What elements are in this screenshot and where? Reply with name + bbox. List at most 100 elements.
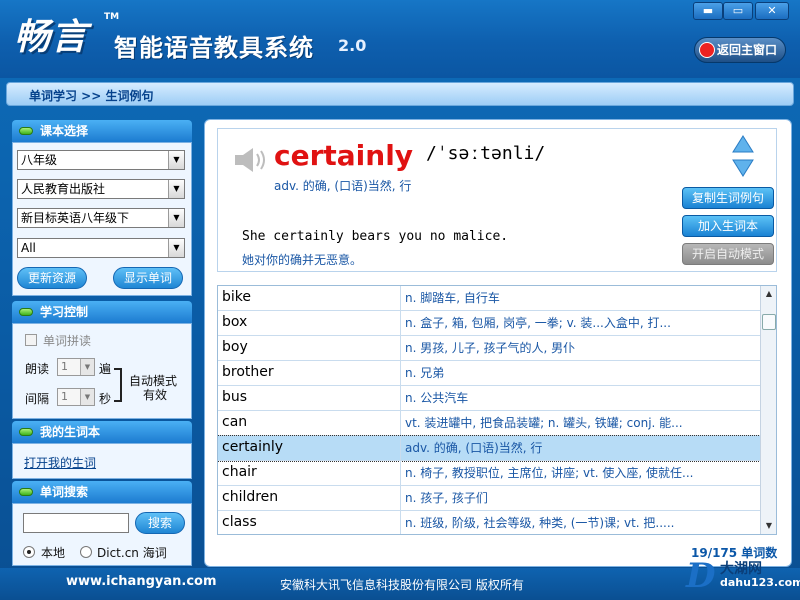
- row-word: bike: [222, 289, 251, 305]
- chevron-down-icon[interactable]: ▼: [80, 389, 94, 405]
- copy-example-button[interactable]: 复制生词例句: [682, 187, 774, 209]
- speaker-icon[interactable]: [234, 147, 268, 173]
- read-unit: 遍: [99, 362, 112, 376]
- word-list: bike n. 脚踏车, 自行车 box n. 盒子, 箱, 包厢, 岗亭, 一拳;…: [217, 285, 777, 535]
- vertical-scrollbar[interactable]: ▲ ▼: [760, 286, 776, 534]
- interval-unit: 秒: [99, 392, 112, 406]
- chevron-down-icon[interactable]: ▼: [168, 180, 184, 198]
- chevron-down-icon[interactable]: ▼: [168, 239, 184, 257]
- current-word: certainly: [274, 139, 414, 172]
- radio-local-label: 本地: [41, 546, 66, 560]
- row-meaning: n. 兄弟: [400, 361, 758, 385]
- publisher-value: 人民教育出版社: [21, 182, 106, 196]
- read-times-value: 1: [61, 360, 68, 373]
- auto-mode-button[interactable]: 开启自动模式: [682, 243, 774, 265]
- read-times-spinner[interactable]: 1 ▼: [57, 358, 95, 376]
- spell-checkbox[interactable]: [25, 334, 37, 346]
- scroll-thumb[interactable]: [762, 314, 776, 330]
- search-panel-header: 单词搜索: [12, 481, 192, 503]
- unit-value: All: [21, 241, 36, 255]
- scroll-up-icon[interactable]: ▲: [761, 286, 776, 302]
- row-word: bus: [222, 389, 248, 405]
- table-row[interactable]: class n. 班级, 阶级, 社会等级, 种类, (一节)课; vt. 把..…: [218, 511, 760, 534]
- book-select[interactable]: 新目标英语八年级下 ▼: [17, 208, 185, 228]
- row-word: class: [222, 514, 257, 530]
- vocab-header-label: 我的生词本: [40, 425, 101, 439]
- row-meaning: adv. 的确, (口语)当然, 行: [400, 436, 758, 460]
- grade-select[interactable]: 八年级 ▼: [17, 150, 185, 170]
- table-row[interactable]: children n. 孩子, 孩子们: [218, 486, 760, 511]
- search-input[interactable]: [23, 513, 129, 533]
- search-button[interactable]: 搜索: [135, 512, 185, 534]
- table-row[interactable]: boy n. 男孩, 儿子, 孩子气的人, 男仆: [218, 336, 760, 361]
- arrow-down-icon[interactable]: [732, 159, 754, 177]
- chevron-down-icon[interactable]: ▼: [168, 209, 184, 227]
- vocab-panel-header: 我的生词本: [12, 421, 192, 443]
- search-header-label: 单词搜索: [40, 485, 89, 499]
- scroll-down-icon[interactable]: ▼: [761, 518, 776, 534]
- row-word: children: [222, 489, 279, 505]
- table-row[interactable]: brother n. 兄弟: [218, 361, 760, 386]
- textbook-panel: 八年级 ▼ 人民教育出版社 ▼ 新目标英语八年级下 ▼ All ▼ 更新资源 显…: [12, 142, 192, 296]
- table-row[interactable]: bike n. 脚踏车, 自行车: [218, 286, 760, 311]
- unit-select[interactable]: All ▼: [17, 238, 185, 258]
- return-home-label: 返回主窗口: [717, 43, 778, 57]
- row-meaning: n. 脚踏车, 自行车: [400, 286, 758, 310]
- arrow-up-icon[interactable]: [732, 135, 754, 153]
- table-row[interactable]: chair n. 椅子, 教授职位, 主席位, 讲座; vt. 使入座, 使就任.…: [218, 461, 760, 486]
- breadcrumb: 单词学习 >> 生词例句: [29, 89, 154, 103]
- interval-spinner[interactable]: 1 ▼: [57, 388, 95, 406]
- row-meaning: n. 孩子, 孩子们: [400, 486, 758, 510]
- row-word: chair: [222, 464, 257, 480]
- row-word: certainly: [222, 439, 284, 455]
- learning-header-label: 学习控制: [40, 305, 89, 319]
- auto-note-2: 有效: [143, 388, 168, 402]
- minimize-button[interactable]: ▬: [693, 2, 723, 20]
- publisher-select[interactable]: 人民教育出版社 ▼: [17, 179, 185, 199]
- example-english: She certainly bears you no malice.: [242, 229, 509, 244]
- radio-dict[interactable]: [80, 546, 92, 558]
- app-logo: 畅言: [14, 16, 89, 58]
- title-bar: 畅言 TM 智能语音教具系统 2.0 ▬ ▭ ✕ 返回主窗口: [0, 0, 800, 78]
- power-icon: [699, 42, 715, 58]
- table-row[interactable]: box n. 盒子, 箱, 包厢, 岗亭, 一拳; v. 装...入盒中, 打..…: [218, 311, 760, 336]
- radio-local[interactable]: [23, 546, 35, 558]
- trademark: TM: [104, 12, 120, 22]
- row-word: brother: [222, 364, 274, 380]
- vocab-panel: 打开我的生词: [12, 443, 192, 479]
- chevron-down-icon[interactable]: ▼: [168, 151, 184, 169]
- watermark: D 大湖网 dahu123.com: [686, 552, 800, 598]
- word-card: certainly /ˈsəːtənli/ adv. 的确, (口语)当然, 行…: [217, 128, 777, 272]
- app-window: 畅言 TM 智能语音教具系统 2.0 ▬ ▭ ✕ 返回主窗口 单词学习 >> 生…: [0, 0, 800, 600]
- interval-value: 1: [61, 390, 68, 403]
- watermark-letter: D: [686, 556, 716, 596]
- word-meaning: adv. 的确, (口语)当然, 行: [274, 179, 412, 193]
- book-value: 新目标英语八年级下: [21, 211, 130, 225]
- watermark-url: dahu123.com: [720, 576, 800, 589]
- chevron-down-icon[interactable]: ▼: [80, 359, 94, 375]
- copyright: 安徽科大讯飞信息科技股份有限公司 版权所有: [280, 578, 524, 592]
- update-resources-button[interactable]: 更新资源: [17, 267, 87, 289]
- header-pill-icon: [19, 428, 33, 436]
- add-to-vocab-button[interactable]: 加入生词本: [682, 215, 774, 237]
- watermark-name: 大湖网: [720, 561, 762, 577]
- table-row-selected[interactable]: certainly adv. 的确, (口语)当然, 行: [218, 435, 761, 462]
- table-row[interactable]: bus n. 公共汽车: [218, 386, 760, 411]
- radio-dict-label: Dict.cn 海词: [97, 546, 167, 560]
- row-meaning: n. 男孩, 儿子, 孩子气的人, 男仆: [400, 336, 758, 360]
- table-row[interactable]: can vt. 装进罐中, 把食品装罐; n. 罐头, 铁罐; conj. 能..…: [218, 411, 760, 436]
- open-vocab-link[interactable]: 打开我的生词: [24, 454, 96, 471]
- maximize-button[interactable]: ▭: [723, 2, 753, 20]
- textbook-panel-header: 课本选择: [12, 120, 192, 142]
- row-word: boy: [222, 339, 248, 355]
- breadcrumb-bar: 单词学习 >> 生词例句: [6, 82, 794, 106]
- read-label: 朗读: [25, 362, 50, 376]
- show-words-button[interactable]: 显示单词: [113, 267, 183, 289]
- app-version: 2.0: [338, 36, 367, 55]
- learning-panel: 单词拼读 朗读 1 ▼ 遍 间隔 1 ▼ 秒 自动模式 有效: [12, 323, 192, 419]
- return-home-button[interactable]: 返回主窗口: [694, 37, 786, 63]
- row-meaning: n. 公共汽车: [400, 386, 758, 410]
- row-meaning: n. 班级, 阶级, 社会等级, 种类, (一节)课; vt. 把.....: [400, 511, 758, 534]
- radio-dot-icon: [27, 550, 31, 554]
- close-button[interactable]: ✕: [755, 2, 789, 20]
